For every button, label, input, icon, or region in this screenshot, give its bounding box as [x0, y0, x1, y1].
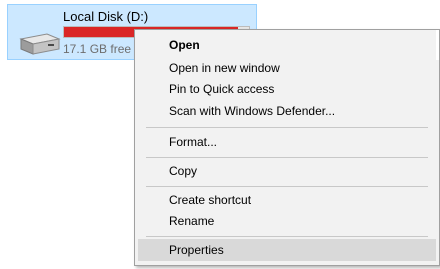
menu-item-label: Rename [169, 214, 215, 228]
menu-separator [146, 157, 428, 158]
drive-free-space: 17.1 GB free of [63, 42, 145, 56]
menu-item-copy[interactable]: Copy [138, 160, 436, 182]
menu-item-label: Pin to Quick access [169, 82, 275, 96]
menu-item-rename[interactable]: Rename [138, 210, 436, 232]
menu-item-label: Scan with Windows Defender... [169, 104, 336, 118]
menu-separator [146, 186, 428, 187]
drive-title: Local Disk (D:) [63, 9, 149, 24]
menu-item-properties[interactable]: Properties [138, 239, 436, 261]
menu-separator [146, 127, 428, 128]
menu-item-create-shortcut[interactable]: Create shortcut [138, 189, 436, 211]
hard-drive-icon [19, 33, 61, 55]
context-menu: Open Open in new window Pin to Quick acc… [134, 29, 440, 266]
menu-item-open-new-window[interactable]: Open in new window [138, 57, 436, 79]
explorer-view: Local Disk (D:) 17.1 GB free of Open Ope… [0, 0, 440, 269]
menu-item-label: Open in new window [169, 61, 280, 75]
menu-item-pin-quick-access[interactable]: Pin to Quick access [138, 78, 436, 100]
menu-item-label: Properties [169, 243, 224, 257]
menu-item-label: Create shortcut [169, 193, 252, 207]
menu-item-scan-defender[interactable]: Scan with Windows Defender... [138, 100, 436, 122]
menu-item-label: Copy [169, 164, 198, 178]
menu-item-format[interactable]: Format... [138, 131, 436, 153]
menu-item-open[interactable]: Open [138, 34, 436, 56]
menu-edge [436, 30, 439, 60]
menu-item-label: Open [169, 38, 200, 52]
menu-item-label: Format... [169, 135, 218, 149]
menu-separator [146, 236, 428, 237]
